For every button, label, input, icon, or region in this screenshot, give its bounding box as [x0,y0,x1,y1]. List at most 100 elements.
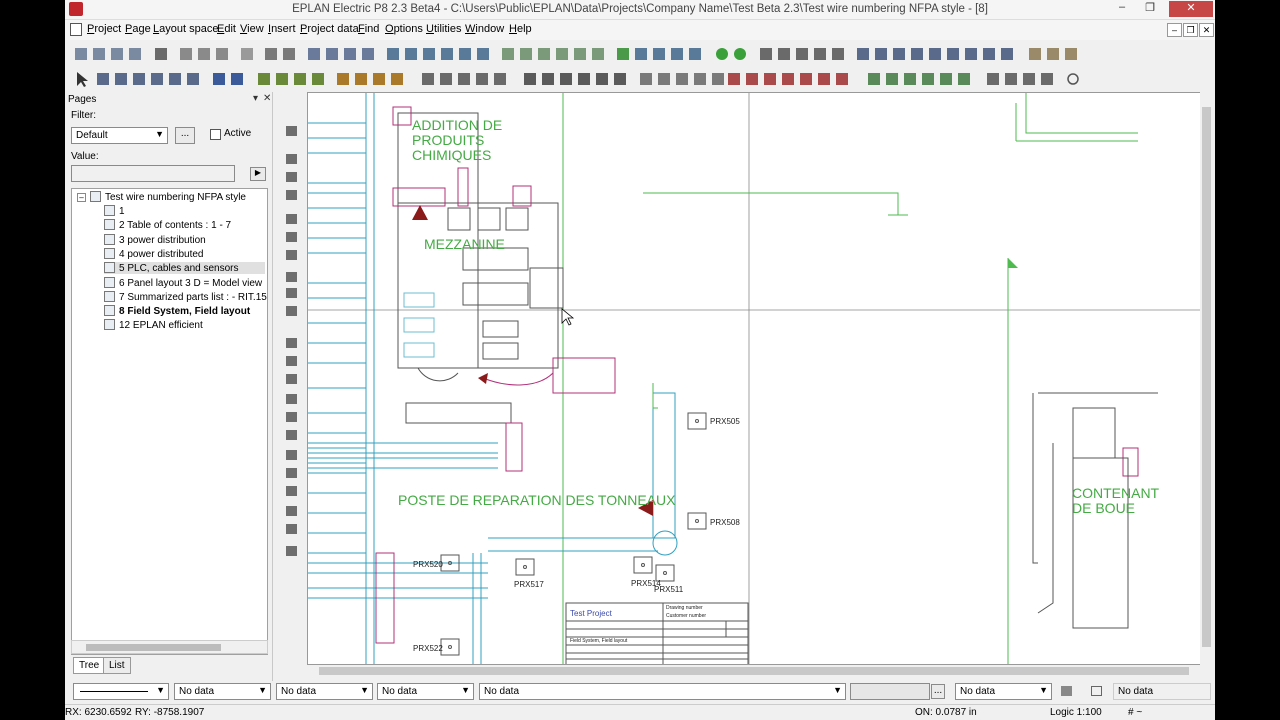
tree-root-project[interactable]: Test wire numbering NFPA style [90,191,246,203]
panel-close-icon[interactable]: ✕ [263,93,271,104]
page-icon [104,205,115,216]
property-select-2[interactable]: No data ▼ [276,683,373,700]
tree-item[interactable]: 12 EPLAN efficient [104,319,203,331]
field-layout-drawing[interactable]: PRX505 PRX508 PRX520 PRX517 PRX514 PRX51… [308,93,1213,665]
tool-icon[interactable] [286,356,297,366]
menu-utilities[interactable]: Utilities [426,23,461,35]
tool-icon[interactable] [286,214,297,224]
property-input[interactable] [850,683,930,700]
scroll-thumb[interactable] [319,667,1189,675]
tool-icon[interactable] [286,546,297,556]
property-field-6[interactable]: No data [1113,683,1211,700]
menu-view[interactable]: View [240,23,264,35]
page-icon [104,262,115,273]
sensor-label-prx508[interactable]: PRX508 [710,518,740,527]
drawing-canvas[interactable]: PRX505 PRX508 PRX520 PRX517 PRX514 PRX51… [307,92,1213,665]
canvas-vertical-scrollbar[interactable] [1200,92,1213,665]
menu-page[interactable]: Page [125,23,151,35]
title-block-project: Test Project [570,609,613,618]
tool-icon[interactable] [286,506,297,516]
tool-icon[interactable] [286,486,297,496]
tool-icon[interactable] [286,288,297,298]
value-field[interactable] [71,165,235,182]
tool-icon[interactable] [286,154,297,164]
property-select-4[interactable]: No data ▼ [479,683,846,700]
doc-close-icon[interactable]: ✕ [1199,23,1214,37]
tree-item-current[interactable]: 8 Field System, Field layout [104,305,250,317]
tree-item[interactable]: 3 power distribution [104,234,206,246]
filter-select[interactable]: Default ▼ [71,127,168,144]
tool-icon[interactable] [286,524,297,534]
tool-icon[interactable] [286,250,297,260]
menu-bar: Project Page Layout space Edit View Inse… [65,20,1215,40]
tab-tree[interactable]: Tree [73,657,106,674]
grid-icon[interactable] [1061,686,1072,696]
menu-project-data[interactable]: Project data [300,23,359,35]
maximize-icon[interactable]: ❐ [1137,1,1163,17]
tree-item[interactable]: 4 power distributed [104,248,204,260]
title-block-field: Drawing number [666,605,703,611]
menu-project[interactable]: Project [87,23,121,35]
tool-icon[interactable] [286,468,297,478]
tool-icon[interactable] [286,272,297,282]
label-line: CHIMIQUES [412,147,491,163]
menu-window[interactable]: Window [465,23,504,35]
filter-more-button[interactable]: ... [175,127,195,144]
sensor-label-prx522[interactable]: PRX522 [413,644,443,653]
active-checkbox[interactable] [210,129,221,140]
tool-icon[interactable] [286,338,297,348]
scroll-thumb[interactable] [86,644,221,651]
sensor-label-prx520[interactable]: PRX520 [413,560,443,569]
menu-edit[interactable]: Edit [217,23,236,35]
tool-icon[interactable] [286,306,297,316]
close-icon[interactable]: ✕ [1169,1,1213,17]
sensor-label-prx505[interactable]: PRX505 [710,417,740,426]
sensor-label-prx517[interactable]: PRX517 [514,580,544,589]
property-select-5[interactable]: No data ▼ [955,683,1052,700]
scroll-thumb[interactable] [1202,107,1211,647]
menu-layout-space[interactable]: Layout space [153,23,218,35]
property-select-3[interactable]: No data ▼ [377,683,474,700]
doc-minimize-icon[interactable]: – [1167,23,1182,37]
tree-collapse-icon[interactable]: – [77,193,86,202]
main-toolbar-icons[interactable] [65,42,1215,67]
vertical-toolbar[interactable] [279,110,305,570]
tree-item[interactable]: 1 [104,205,125,217]
tree-item[interactable]: 6 Panel layout 3 D = Model view [104,277,262,289]
tool-icon[interactable] [286,430,297,440]
value-apply-button[interactable]: ▶ [250,167,266,181]
line-type-select[interactable]: ▼ [73,683,169,700]
title-block-field: Field System, Field layout [570,638,628,644]
tree-item[interactable]: 2 Table of contents : 1 - 7 [104,219,231,231]
menu-options[interactable]: Options [385,23,423,35]
page-icon [104,219,115,230]
chevron-down-icon: ▼ [1039,685,1048,695]
tool-icon[interactable] [286,394,297,404]
menu-find[interactable]: Find [358,23,379,35]
pin-icon[interactable]: ▾ [253,93,258,104]
property-more-button[interactable]: ... [931,684,945,699]
tool-icon[interactable] [286,172,297,182]
tree-item[interactable]: 7 Summarized parts list : - RIT.150 [104,291,267,303]
doc-restore-icon[interactable]: ❐ [1183,23,1198,37]
tool-icon[interactable] [286,374,297,384]
tool-icon[interactable] [286,450,297,460]
tool-icon[interactable] [286,126,297,136]
tool-icon[interactable] [286,232,297,242]
tab-list[interactable]: List [103,657,131,674]
menu-help[interactable]: Help [509,23,532,35]
minimize-icon[interactable]: – [1109,1,1135,17]
tool-icon[interactable] [286,412,297,422]
edit-toolbar-icons[interactable] [65,67,1215,92]
sensor-label-prx511[interactable]: PRX511 [654,585,684,594]
tree-item[interactable]: 5 PLC, cables and sensors [104,262,265,274]
menu-insert[interactable]: Insert [268,23,296,35]
frame-icon[interactable] [1091,686,1102,696]
tree-horizontal-scrollbar[interactable] [71,640,268,654]
tool-icon[interactable] [286,190,297,200]
edit-toolbar [65,67,1215,92]
property-select-1[interactable]: No data ▼ [174,683,271,700]
main-toolbar [65,42,1215,67]
canvas-horizontal-scrollbar[interactable] [307,665,1213,677]
label-mezzanine: MEZZANINE [424,236,505,252]
